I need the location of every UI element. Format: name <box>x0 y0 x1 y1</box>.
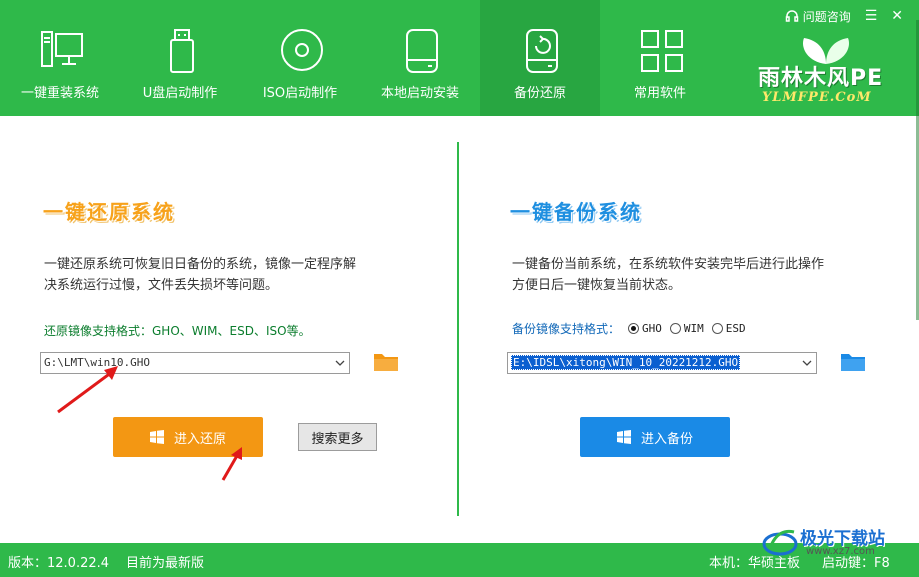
close-icon[interactable]: ✕ <box>891 8 903 24</box>
backup-image-path-select[interactable]: E:\IDSL\xitong\WIN_10_20221212.GHO <box>507 352 817 374</box>
annotation-arrow-icon <box>57 366 118 414</box>
brand-logo: 雨林木风PE YLMFPE.CoM <box>752 34 902 114</box>
brand-name: 雨林木风PE <box>758 66 884 91</box>
search-more-button[interactable]: 搜索更多 <box>298 423 377 451</box>
watermark-logo-icon <box>762 529 798 556</box>
computer-icon <box>41 31 83 67</box>
watermark: 极光下载站 www.xz7.com <box>758 522 918 562</box>
app-window: 一键重装系统 U盘启动制作 ISO启动制作 本地启动安装 备份还原 常用软件 问… <box>0 0 919 577</box>
enter-backup-label: 进入备份 <box>640 431 693 447</box>
tab-label: 本地启动安装 <box>380 86 459 101</box>
format-radio-gho[interactable]: GHO <box>628 322 662 335</box>
backup-desc-line-2: 方便日后一键恢复当前状态。 <box>512 278 682 293</box>
tab-label: 备份还原 <box>513 86 566 101</box>
tab-common-software[interactable]: 常用软件 <box>600 0 720 116</box>
tab-iso-boot[interactable]: ISO启动制作 <box>240 0 360 116</box>
window-controls: 问题咨询 ☰ ✕ <box>785 6 903 26</box>
tab-local-boot-install[interactable]: 本地启动安装 <box>360 0 480 116</box>
headset-icon <box>785 10 798 22</box>
search-more-label: 搜索更多 <box>311 431 364 447</box>
windows-icon <box>616 430 631 444</box>
chevron-down-icon <box>335 360 345 366</box>
radio-label: ESD <box>725 322 746 335</box>
tab-label: 一键重装系统 <box>20 86 99 101</box>
panel-divider <box>457 142 459 516</box>
hard-disk-icon <box>406 29 438 73</box>
backup-image-path: E:\IDSL\xitong\WIN_10_20221212.GHO <box>511 355 741 370</box>
menu-icon[interactable]: ☰ <box>865 8 878 24</box>
restore-desc-line-1: 一键还原系统可恢复旧日备份的系统，镜像一定程序解 <box>44 257 357 272</box>
backup-title: 一键备份系统 <box>510 200 642 224</box>
watermark-url: www.xz7.com <box>806 546 875 557</box>
windows-icon <box>149 430 164 444</box>
brand-site: YLMFPE.CoM <box>762 90 872 105</box>
restore-title: 一键还原系统 <box>43 200 175 224</box>
restore-browse-folder-icon[interactable] <box>373 350 399 372</box>
backup-desc-line-1: 一键备份当前系统，在系统软件安装完毕后进行此操作 <box>512 257 825 272</box>
backup-formats-label: 备份镜像支持格式： <box>512 322 621 336</box>
version-text: 版本：12.0.22.4 <box>8 556 110 571</box>
disc-icon <box>281 29 323 71</box>
chevron-down-icon <box>802 360 812 366</box>
backup-browse-folder-icon[interactable] <box>840 350 866 372</box>
enter-restore-label: 进入还原 <box>173 431 226 447</box>
tab-label: ISO启动制作 <box>262 86 338 101</box>
usb-drive-icon <box>170 29 194 73</box>
tab-label: U盘启动制作 <box>142 86 218 101</box>
tab-one-click-reinstall[interactable]: 一键重装系统 <box>0 0 120 116</box>
tab-label: 常用软件 <box>633 86 686 101</box>
annotation-arrow-icon <box>221 447 242 481</box>
radio-dot <box>628 323 640 334</box>
help-label: 问题咨询 <box>802 9 851 24</box>
radio-label: WIM <box>683 322 704 335</box>
radio-dot <box>669 323 681 334</box>
format-radio-esd[interactable]: ESD <box>711 322 746 335</box>
enter-backup-button[interactable]: 进入备份 <box>580 417 730 457</box>
format-radio-wim[interactable]: WIM <box>669 322 704 335</box>
header-bar: 一键重装系统 U盘启动制作 ISO启动制作 本地启动安装 备份还原 常用软件 问… <box>0 0 919 116</box>
apps-grid-icon <box>641 30 683 72</box>
restore-formats: 还原镜像支持格式：GHO、WIM、ESD、ISO等。 <box>44 324 311 338</box>
radio-dot <box>711 323 723 334</box>
radio-label: GHO <box>642 322 662 335</box>
help-consult-button[interactable]: 问题咨询 <box>785 8 851 25</box>
restore-desc-line-2: 决系统运行过慢，文件丢失损坏等问题。 <box>44 278 279 293</box>
update-status: 目前为最新版 <box>126 556 205 571</box>
tab-usb-boot[interactable]: U盘启动制作 <box>120 0 240 116</box>
tab-backup-restore[interactable]: 备份还原 <box>480 0 600 116</box>
backup-format-group: 备份镜像支持格式： GHO WIM ESD <box>512 320 746 337</box>
backup-disk-icon <box>526 29 558 73</box>
